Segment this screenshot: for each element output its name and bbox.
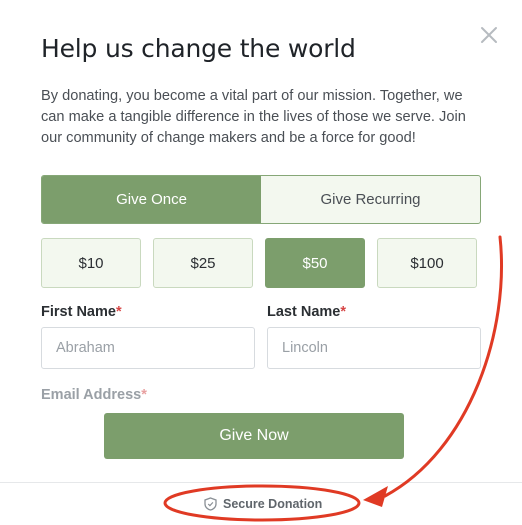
modal-description: By donating, you become a vital part of … <box>41 88 466 146</box>
required-marker: * <box>115 304 122 320</box>
shield-icon <box>204 497 217 511</box>
required-marker: * <box>340 304 346 320</box>
give-once-tab[interactable]: Give Once <box>42 176 261 223</box>
last-name-label: Last Name* <box>267 304 346 320</box>
close-icon[interactable] <box>478 24 500 46</box>
modal-title: Help us change the world <box>41 34 356 63</box>
required-marker: * <box>141 387 147 403</box>
first-name-label-text: First Name <box>41 304 116 320</box>
secure-donation-label: Secure Donation <box>223 497 323 511</box>
amount-options: $10 $25 $50 $100 <box>41 238 477 288</box>
first-name-label: First Name* <box>41 304 122 320</box>
amount-100-button[interactable]: $100 <box>377 238 477 288</box>
give-now-button[interactable]: Give Now <box>104 413 404 459</box>
first-name-input[interactable] <box>41 327 255 369</box>
secure-donation-badge: Secure Donation <box>204 497 322 511</box>
frequency-toggle: Give Once Give Recurring <box>41 175 481 224</box>
last-name-input[interactable] <box>267 327 481 369</box>
email-label: Email Address* <box>41 387 147 403</box>
donation-modal: Help us change the world By donating, yo… <box>0 0 522 525</box>
give-recurring-tab[interactable]: Give Recurring <box>261 176 480 223</box>
amount-25-button[interactable]: $25 <box>153 238 253 288</box>
amount-10-button[interactable]: $10 <box>41 238 141 288</box>
email-label-text: Email Address <box>41 387 142 403</box>
amount-50-button[interactable]: $50 <box>265 238 365 288</box>
last-name-label-text: Last Name <box>267 304 341 320</box>
